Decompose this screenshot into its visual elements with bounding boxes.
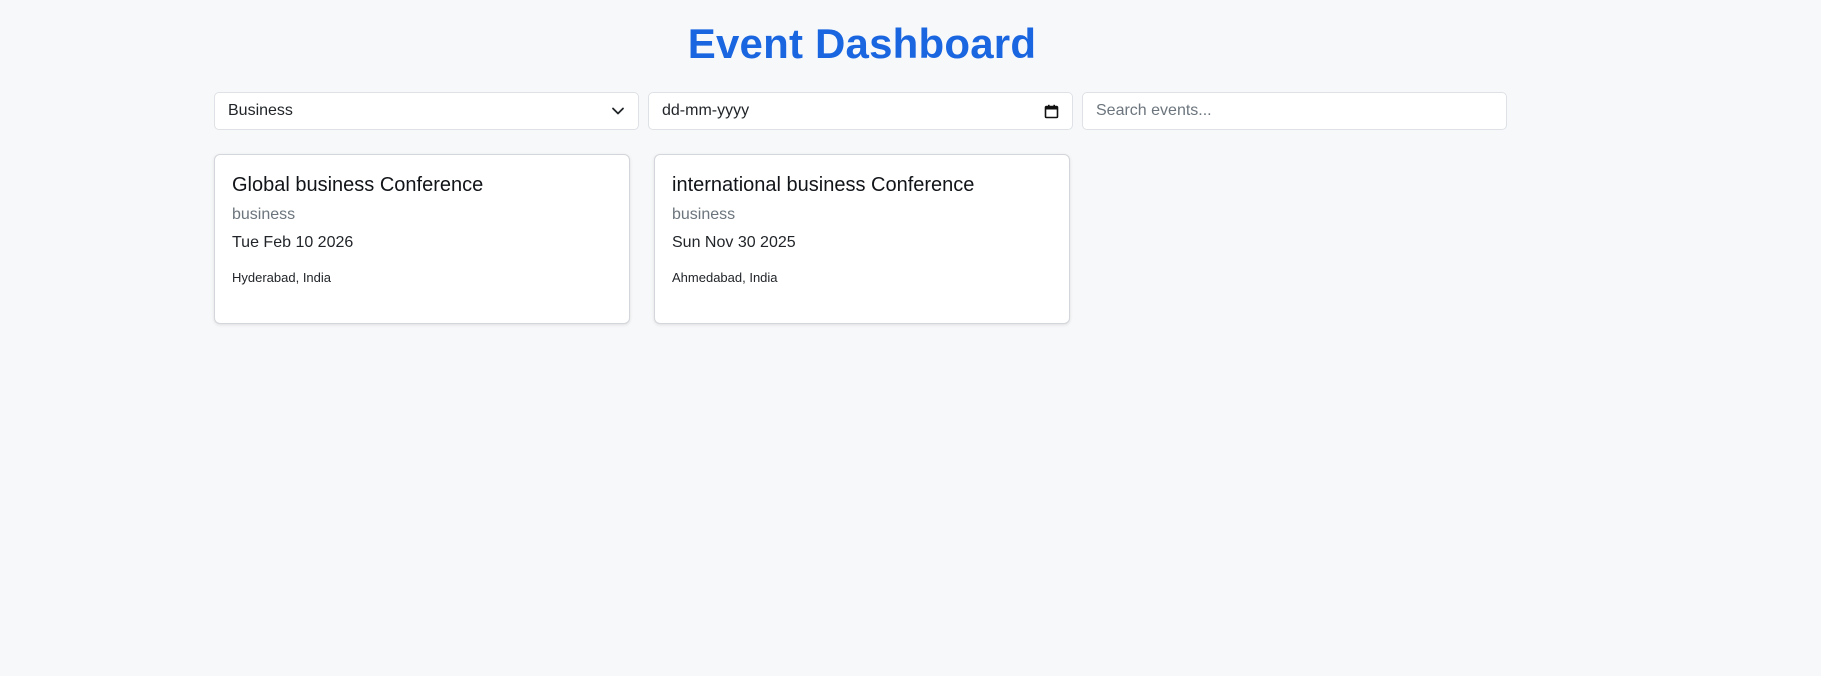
calendar-icon[interactable] xyxy=(1044,104,1059,119)
event-title: international business Conference xyxy=(672,174,975,196)
event-category: business xyxy=(672,206,736,223)
date-field[interactable]: dd-mm-yyyy xyxy=(648,92,1073,130)
category-select-value: Business xyxy=(228,102,293,119)
page-title: Event Dashboard xyxy=(687,20,1037,67)
date-field-placeholder: dd-mm-yyyy xyxy=(662,102,750,119)
event-title: Global business Conference xyxy=(232,174,484,196)
event-date: Sun Nov 30 2025 xyxy=(672,234,796,251)
event-card[interactable]: Global business Conference business Tue … xyxy=(214,154,630,324)
event-location: Hyderabad, India xyxy=(232,270,332,285)
category-select[interactable]: Business xyxy=(214,92,639,130)
chevron-down-icon xyxy=(611,104,625,118)
event-date: Tue Feb 10 2026 xyxy=(232,234,354,251)
event-category: business xyxy=(232,206,296,223)
search-field[interactable] xyxy=(1082,92,1507,130)
event-list: Global business Conference business Tue … xyxy=(214,154,1070,324)
search-input[interactable] xyxy=(1096,102,1493,120)
event-card[interactable]: international business Conference busine… xyxy=(654,154,1070,324)
event-location: Ahmedabad, India xyxy=(672,270,778,285)
filter-bar: Business dd-mm-yyyy xyxy=(214,92,1507,130)
